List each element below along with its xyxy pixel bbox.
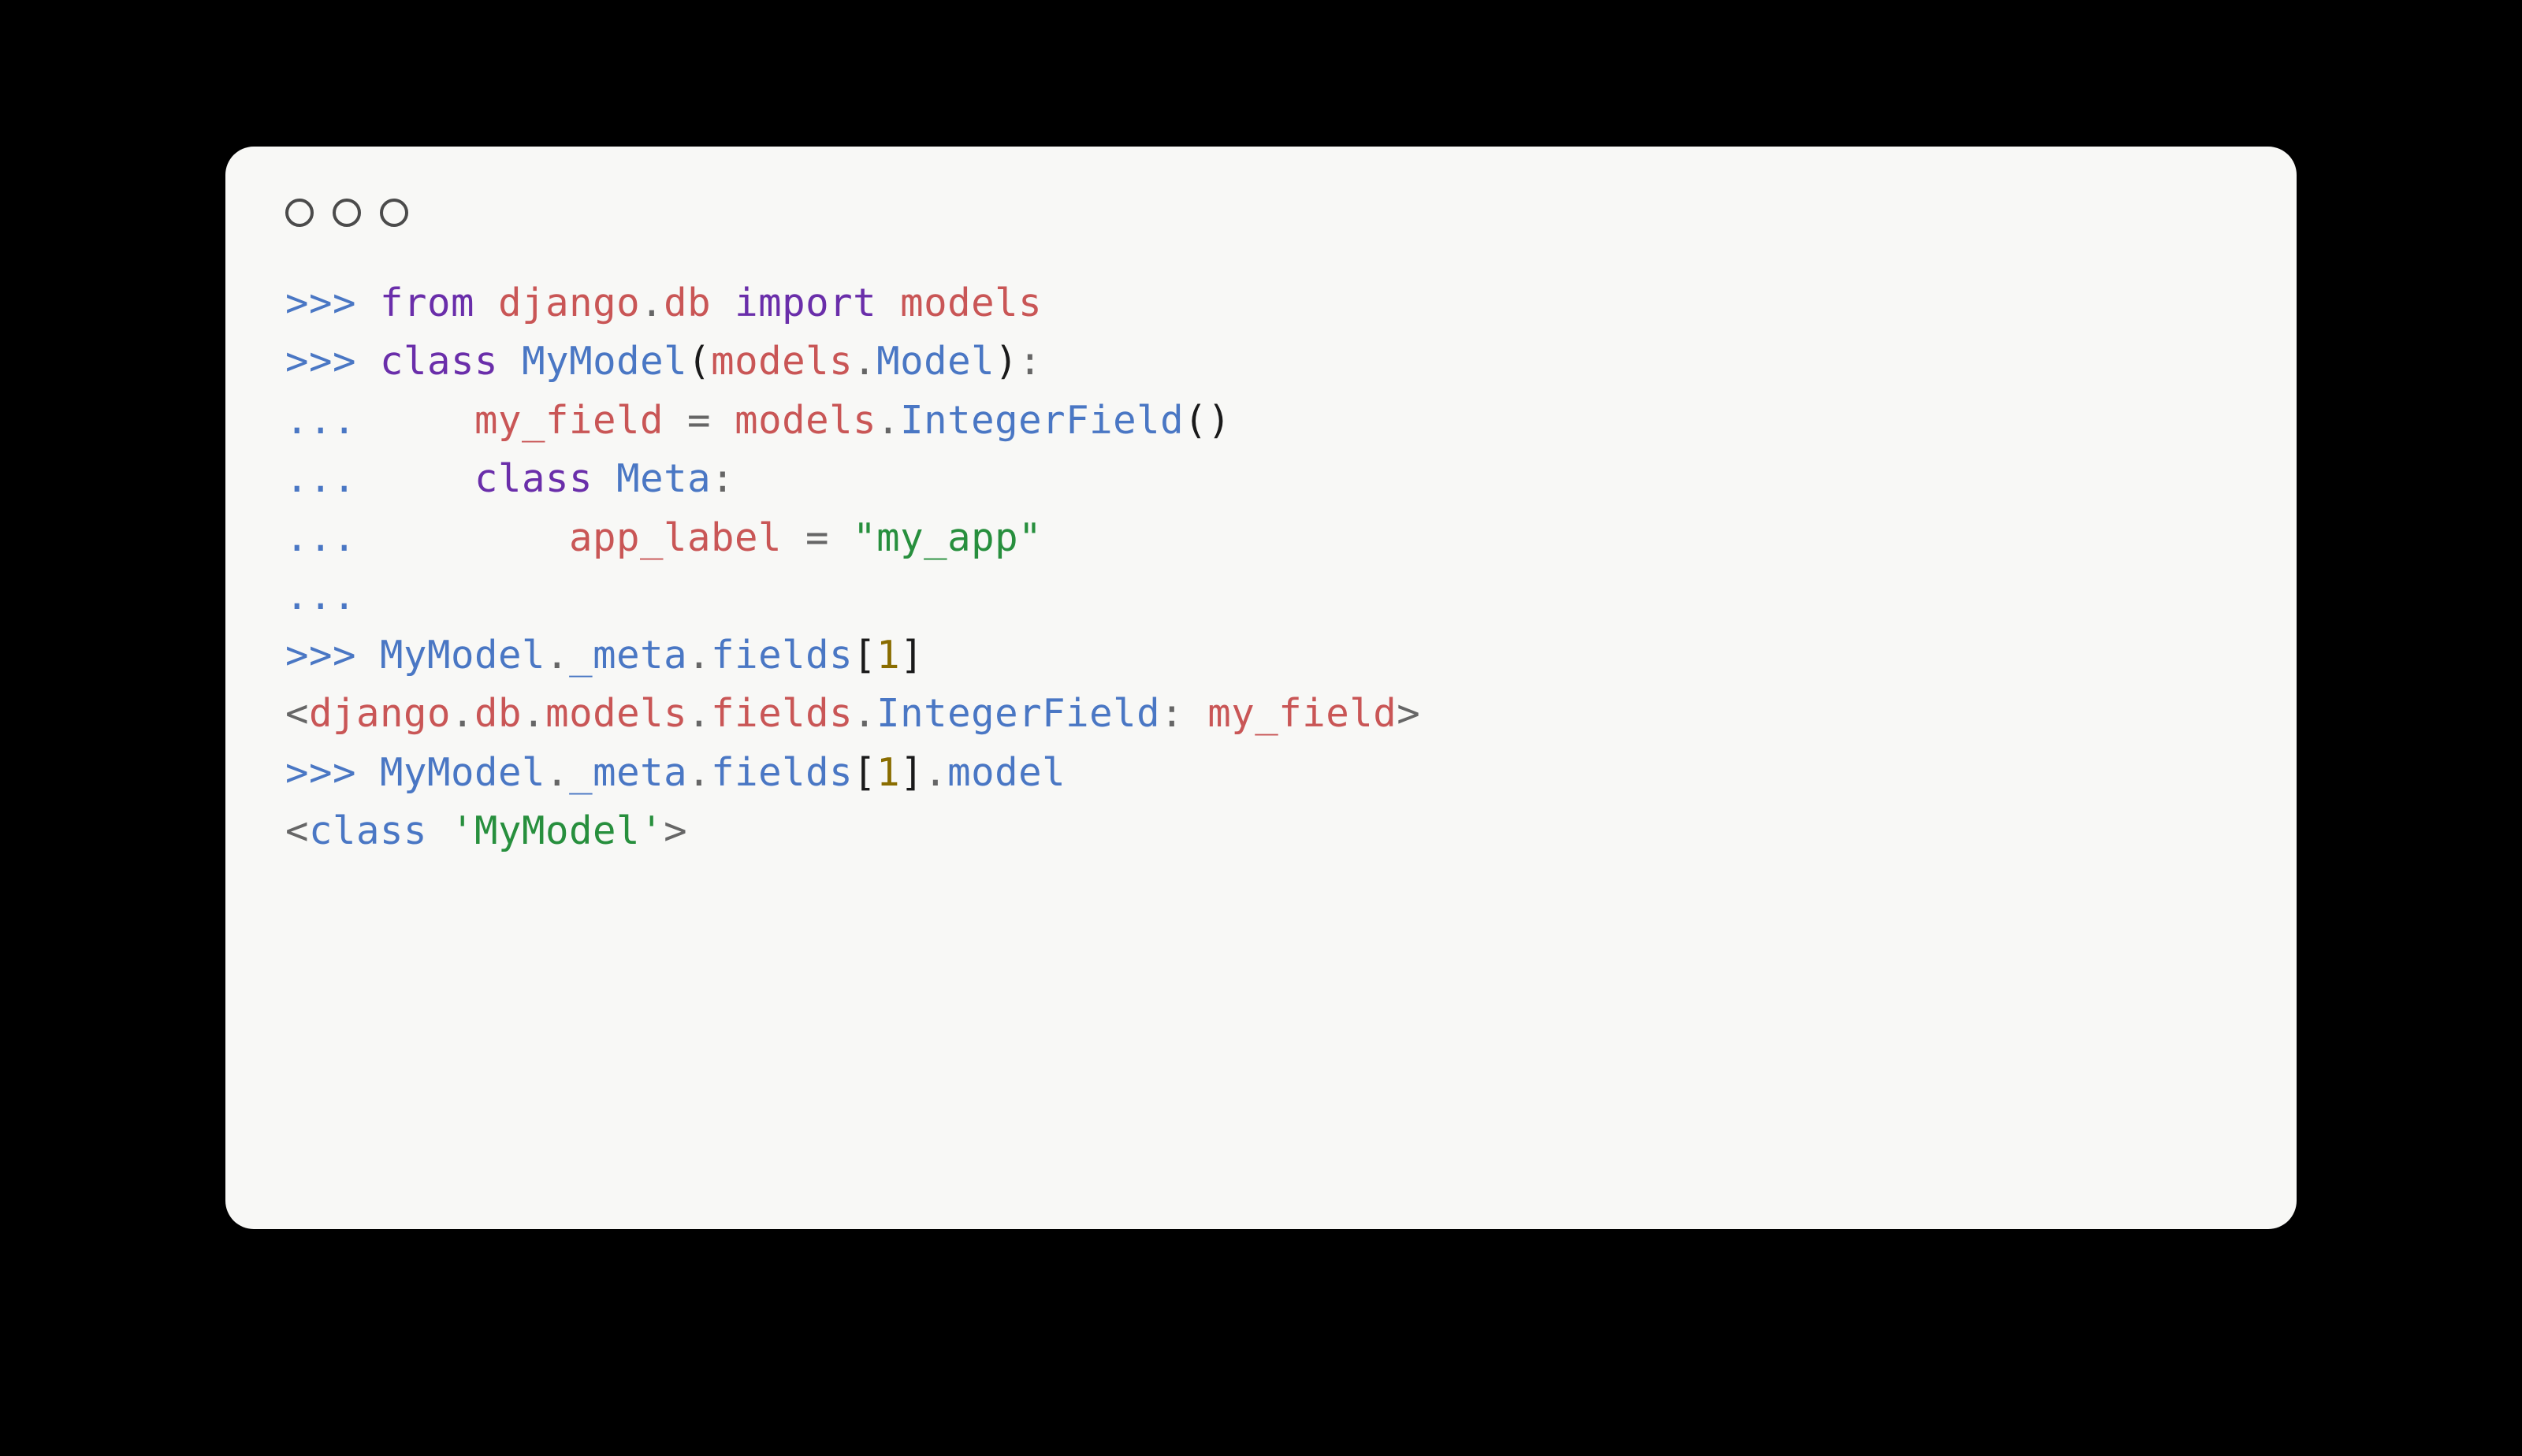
module-django: django — [498, 280, 640, 325]
indent — [356, 515, 569, 560]
equals: = — [664, 398, 735, 443]
out-myfield: my_field — [1207, 691, 1397, 736]
colon: : — [711, 456, 735, 501]
module-db: db — [664, 280, 711, 325]
out-fields: fields — [711, 691, 853, 736]
indent — [356, 456, 474, 501]
app-label: app_label — [569, 515, 782, 560]
meta-attr: _meta — [569, 750, 687, 795]
repl-prompt: >>> — [285, 280, 356, 325]
colon: : — [1018, 339, 1042, 384]
fields-attr: fields — [711, 633, 853, 678]
keyword-from: from — [380, 280, 474, 325]
integerfield: IntegerField — [900, 398, 1184, 443]
repl-cont: ... — [285, 574, 356, 618]
out-models: models — [545, 691, 687, 736]
code-line-9: >>> MyModel._meta.fields[1].model — [285, 750, 1066, 795]
equals: = — [782, 515, 853, 560]
repl-prompt: >>> — [285, 750, 356, 795]
colon: : — [1160, 691, 1184, 736]
out-db: db — [474, 691, 522, 736]
bracket: [ — [853, 633, 876, 678]
keyword-class: class — [474, 456, 593, 501]
repl-cont: ... — [285, 398, 356, 443]
base-models: models — [711, 339, 853, 384]
code-line-10: <class 'MyModel'> — [285, 808, 687, 853]
angle: > — [664, 808, 687, 853]
dot: . — [545, 750, 569, 795]
angle: < — [285, 808, 309, 853]
dot: . — [687, 750, 711, 795]
repl-prompt: >>> — [285, 339, 356, 384]
model-attr: model — [947, 750, 1066, 795]
base-model: Model — [876, 339, 995, 384]
out-django: django — [309, 691, 451, 736]
code-window: >>> from django.db import models >>> cla… — [225, 147, 2297, 1229]
traffic-light-close-icon — [285, 199, 314, 227]
code-line-1: >>> from django.db import models — [285, 280, 1042, 325]
dot: . — [924, 750, 947, 795]
out-class: class — [309, 808, 427, 853]
dot: . — [687, 633, 711, 678]
code-line-8: <django.db.models.fields.IntegerField: m… — [285, 691, 1420, 736]
space — [427, 808, 451, 853]
class-name: MyModel — [522, 339, 687, 384]
dot: . — [876, 398, 900, 443]
paren: ( — [687, 339, 711, 384]
bracket: [ — [853, 750, 876, 795]
repl-cont: ... — [285, 515, 356, 560]
field-name: my_field — [474, 398, 664, 443]
fields-attr: fields — [711, 750, 853, 795]
out-mymodel-str: 'MyModel' — [451, 808, 664, 853]
repl-prompt: >>> — [285, 633, 356, 678]
bracket: ] — [900, 633, 924, 678]
code-block: >>> from django.db import models >>> cla… — [285, 274, 2237, 861]
keyword-import: import — [735, 280, 876, 325]
indent — [356, 398, 474, 443]
dot: . — [545, 633, 569, 678]
traffic-light-zoom-icon — [380, 199, 408, 227]
module-models: models — [900, 280, 1042, 325]
index-number: 1 — [876, 750, 900, 795]
module-models: models — [735, 398, 876, 443]
angle: > — [1397, 691, 1420, 736]
string-literal: "my_app" — [853, 515, 1042, 560]
code-line-7: >>> MyModel._meta.fields[1] — [285, 633, 924, 678]
index-number: 1 — [876, 633, 900, 678]
dot: . — [853, 339, 876, 384]
keyword-class: class — [380, 339, 498, 384]
mymodel: MyModel — [380, 750, 545, 795]
code-line-2: >>> class MyModel(models.Model): — [285, 339, 1042, 384]
bracket: ] — [900, 750, 924, 795]
out-integerfield: IntegerField — [876, 691, 1160, 736]
window-controls — [285, 199, 2237, 227]
angle: < — [285, 691, 309, 736]
traffic-light-minimize-icon — [333, 199, 361, 227]
paren: ) — [995, 339, 1018, 384]
paren: () — [1184, 398, 1231, 443]
code-line-5: ... app_label = "my_app" — [285, 515, 1042, 560]
code-line-3: ... my_field = models.IntegerField() — [285, 398, 1231, 443]
mymodel: MyModel — [380, 633, 545, 678]
repl-cont: ... — [285, 456, 356, 501]
code-line-6: ... — [285, 574, 356, 618]
meta-class: Meta — [616, 456, 711, 501]
code-line-4: ... class Meta: — [285, 456, 735, 501]
meta-attr: _meta — [569, 633, 687, 678]
